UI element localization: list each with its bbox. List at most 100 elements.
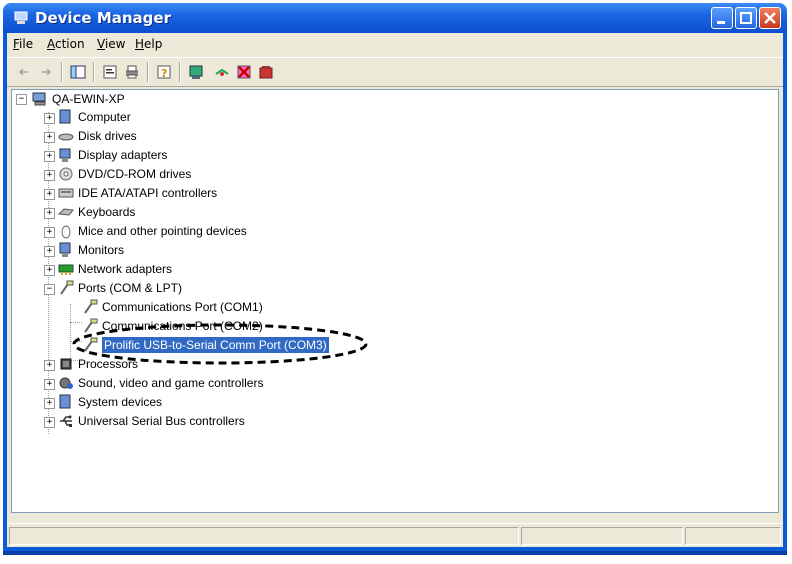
tree-item-label: Ports (COM & LPT) (78, 281, 183, 295)
tree-item-label: Display adapters (78, 148, 168, 162)
mouse-icon (61, 225, 71, 239)
menu-view[interactable]: View (97, 37, 125, 51)
display-adapter-icon (59, 148, 71, 162)
tree-item-computer[interactable]: Computer (58, 108, 131, 126)
show-hide-tree-button[interactable] (69, 63, 87, 81)
port-icon (60, 280, 74, 295)
menu-view-accel: V (97, 37, 105, 51)
maximize-icon (740, 12, 752, 24)
scan-hardware-button[interactable] (187, 63, 205, 81)
minimize-button[interactable] (711, 7, 733, 29)
status-bar (7, 523, 783, 546)
tree-item-com1[interactable]: Communications Port (COM1) (82, 298, 263, 316)
update-driver-button[interactable] (213, 63, 231, 81)
expand-toggle[interactable]: + (44, 379, 55, 390)
expand-toggle[interactable]: + (44, 265, 55, 276)
network-adapter-icon (58, 264, 74, 275)
keyboard-icon (58, 208, 74, 216)
tree-item-network-adapters[interactable]: Network adapters (58, 260, 172, 278)
tree-root[interactable]: QA-EWIN-XP (32, 90, 125, 108)
properties-icon (103, 65, 117, 79)
monitor-icon (59, 242, 71, 257)
expand-toggle[interactable]: + (44, 189, 55, 200)
disable-device-icon (237, 65, 251, 79)
menu-action-rest: ction (55, 37, 85, 51)
tree-item-label: Disk drives (78, 129, 137, 143)
tree-item-disk-drives[interactable]: Disk drives (58, 127, 137, 145)
forward-arrow-icon (42, 68, 52, 76)
disk-drive-icon (58, 133, 74, 141)
uninstall-device-button[interactable] (257, 63, 275, 81)
root-collapse-toggle[interactable]: − (16, 94, 27, 105)
usb-icon (60, 415, 72, 427)
scan-hardware-icon (189, 65, 203, 79)
window-title: Device Manager (35, 9, 171, 27)
tree-item-ports[interactable]: Ports (COM & LPT) (58, 279, 182, 297)
menu-help[interactable]: Help (135, 37, 162, 51)
maximize-button[interactable] (735, 7, 757, 29)
forward-button[interactable] (37, 63, 55, 81)
tree-item-label: Network adapters (78, 262, 173, 276)
minimize-icon (717, 21, 725, 24)
window-bottom-border (3, 551, 787, 555)
tree-item-dvd-cdrom[interactable]: DVD/CD-ROM drives (58, 165, 191, 183)
printer-icon (126, 65, 138, 79)
help-button[interactable]: ? (155, 63, 173, 81)
status-pane (521, 527, 683, 545)
toolbar-separator (93, 62, 95, 82)
menu-action-accel: A (47, 37, 55, 51)
tree-item-label: Universal Serial Bus controllers (78, 414, 245, 428)
tree-item-display-adapters[interactable]: Display adapters (58, 146, 167, 164)
menu-help-rest: elp (144, 37, 163, 51)
tree-item-keyboards[interactable]: Keyboards (58, 203, 135, 221)
menu-action[interactable]: Action (47, 37, 85, 51)
menu-bar: File Action View Help (7, 33, 783, 55)
tree-item-usb-controllers[interactable]: Universal Serial Bus controllers (58, 412, 245, 430)
menu-view-rest: iew (104, 37, 126, 51)
computer-icon (59, 109, 71, 124)
menu-file[interactable]: File (13, 37, 33, 51)
expand-toggle[interactable]: + (44, 151, 55, 162)
expand-toggle[interactable]: + (44, 132, 55, 143)
expand-toggle[interactable]: + (44, 227, 55, 238)
close-button[interactable] (759, 7, 781, 29)
tree-item-label: Computer (78, 110, 131, 124)
uninstall-device-icon (259, 66, 273, 79)
print-button[interactable] (123, 63, 141, 81)
tree-item-label: Sound, video and game controllers (78, 376, 264, 390)
port-icon (84, 299, 98, 314)
sound-icon (59, 377, 73, 389)
menu-help-accel: H (135, 37, 145, 51)
tree-item-mice[interactable]: Mice and other pointing devices (58, 222, 247, 240)
title-bar[interactable]: Device Manager (3, 3, 787, 33)
tree-item-ide-controllers[interactable]: IDE ATA/ATAPI controllers (58, 184, 217, 202)
device-tree: − QA-EWIN-XP + Computer + Disk drives + … (11, 89, 779, 513)
expand-toggle[interactable]: + (44, 360, 55, 371)
tree-item-sound[interactable]: Sound, video and game controllers (58, 374, 263, 392)
toolbar-separator (61, 62, 63, 82)
computer-icon (32, 92, 46, 106)
expand-toggle[interactable]: + (44, 170, 55, 181)
expand-toggle[interactable]: + (44, 113, 55, 124)
collapse-toggle[interactable]: − (44, 284, 55, 295)
toolbar-separator (179, 62, 181, 82)
tree-item-label: Mice and other pointing devices (78, 224, 247, 238)
tree-item-label: Communications Port (COM1) (102, 300, 263, 314)
tree-item-system-devices[interactable]: System devices (58, 393, 162, 411)
properties-button[interactable] (101, 63, 119, 81)
toolbar-separator (147, 62, 149, 82)
expand-toggle[interactable]: + (44, 246, 55, 257)
menu-file-rest: ile (19, 37, 34, 51)
tree-root-label: QA-EWIN-XP (52, 92, 125, 106)
tree-item-monitors[interactable]: Monitors (58, 241, 124, 259)
back-button[interactable] (15, 63, 33, 81)
highlight-ellipse (72, 323, 368, 365)
console-tree-icon (70, 65, 86, 79)
update-driver-icon (215, 68, 229, 76)
expand-toggle[interactable]: + (44, 398, 55, 409)
expand-toggle[interactable]: + (44, 208, 55, 219)
expand-toggle[interactable]: + (44, 417, 55, 428)
disable-device-button[interactable] (235, 63, 253, 81)
back-arrow-icon (18, 68, 28, 76)
tree-item-label: Keyboards (78, 205, 136, 219)
